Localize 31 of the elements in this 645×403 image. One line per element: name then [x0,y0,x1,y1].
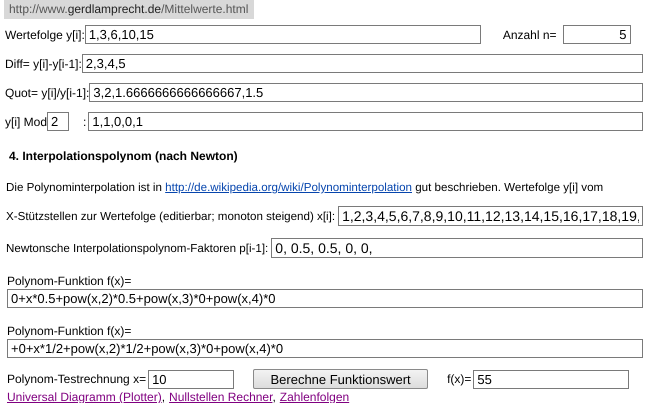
x-value-field[interactable]: 10 [148,370,234,388]
function-field[interactable]: +0+x*1/2+pow(x,2)*1/2+pow(x,3)*0+pow(x,4)*0 [7,339,643,358]
result-field[interactable]: 55 [473,370,630,388]
wikipedia-link[interactable]: http://de.wikipedia.org/wiki/Polynominterpolation [165,181,412,194]
field-label: Polynom-Testrechnung x= [7,372,146,386]
mod-field[interactable]: 1,1,0,0,1 [88,112,643,131]
field-label: y[i] Mod [5,114,48,128]
field-label: Quot= y[i]/y[i-1]: [5,86,90,100]
count-field[interactable]: 5 [562,25,631,44]
modulus-field[interactable]: 2 [47,112,70,131]
field-label: Anzahl n= [502,28,557,42]
field-label: Wertefolge y[i]: [5,28,85,42]
sequence-field[interactable]: 1,3,6,10,15 [84,25,481,44]
page-link[interactable]: Nullstellen Rechner [169,390,272,403]
intro-text: Die Polynominterpolation ist in http://de.wikipedia.org/wiki/Polynominterpolation gut beschrieben. Wertefolge y[i] vom [6,181,604,194]
separator-text: , [162,390,166,403]
field-label: Polynom-Funktion f(x)= [7,274,132,288]
field-label: f(x)= [447,372,472,386]
field-label: Diff= y[i]-y[i-1]: [5,56,82,70]
address-bar[interactable]: http://www.gerdlamprecht.de/Mittelwerte.html [4,0,254,19]
separator-text: , [272,390,276,403]
function-field[interactable]: 0+x*0.5+pow(x,2)*0.5+pow(x,3)*0+pow(x,4)*0 [7,289,643,308]
separator-text: : [83,114,86,128]
calculate-button[interactable]: Berechne Funktionswert [253,369,428,389]
diff-field[interactable]: 2,3,4,5 [82,54,643,73]
field-label: Newtonsche Interpolationspolynom-Faktoren p[i-1]: [6,242,268,254]
field-label: X-Stützstellen zur Wertefolge (editierbar; monoton steigend) x[i]: [6,210,336,222]
section-heading: 4. Interpolationspolynom (nach Newton) [9,149,239,163]
field-label: Polynom-Funktion f(x)= [7,324,132,338]
quotient-field[interactable]: 3,2,1.6666666666666667,1.5 [89,83,643,102]
factors-field[interactable]: 0, 0.5, 0.5, 0, 0, [271,238,643,258]
